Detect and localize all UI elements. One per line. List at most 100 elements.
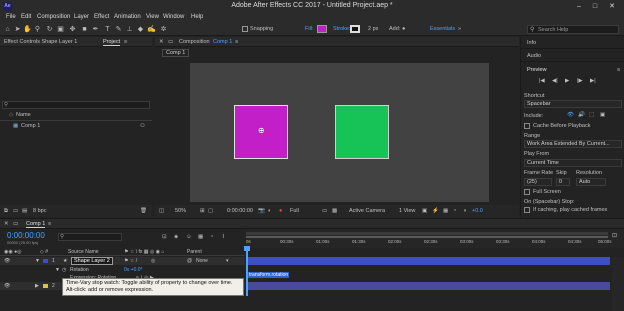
eraser-tool-icon[interactable]: ◆ [136, 25, 145, 34]
rotate-tool-icon[interactable]: ↻ [45, 25, 54, 34]
grid-icon[interactable]: ▢ [208, 208, 213, 214]
audio-tab-label[interactable]: Audio [527, 53, 541, 59]
expand-layer-2-icon[interactable]: ▶ [35, 283, 39, 289]
channel-icon[interactable]: ● [279, 208, 282, 214]
expression-text-field[interactable]: transform.rotation [248, 272, 290, 278]
preview-menu-icon[interactable]: ≡ [617, 67, 620, 73]
close-tab-icon[interactable]: ✕ [159, 39, 164, 45]
new-comp-icon[interactable]: ▤ [22, 208, 27, 214]
timeline-lock-icon[interactable]: ▭ [13, 221, 18, 227]
new-folder-icon[interactable]: ▭ [13, 208, 18, 214]
brush-tool-icon[interactable]: ✎ [114, 25, 123, 34]
add-dropdown-icon[interactable]: ● [402, 26, 405, 32]
stroke-width[interactable]: 2 px [368, 26, 378, 32]
flowchart-icon[interactable]: ⚇ [140, 123, 145, 129]
menu-layer[interactable]: Layer [74, 14, 89, 20]
comp-button-icon[interactable]: ⊡ [612, 232, 617, 239]
current-time-indicator[interactable] [246, 246, 248, 296]
expand-layer-icon[interactable]: ▼ [35, 258, 40, 264]
close-icon[interactable]: ✕ [605, 1, 619, 12]
include-video-icon[interactable]: 👁 [567, 112, 574, 118]
draft-3d-icon[interactable]: ◈ [174, 234, 178, 240]
play-icon[interactable]: ▶ [565, 78, 569, 84]
frame-rate-dropdown[interactable]: (25) [524, 178, 552, 186]
tab-project[interactable]: Project [103, 39, 121, 46]
source-name-header[interactable]: Source Name [68, 249, 99, 255]
motion-blur-icon[interactable]: ◔ [453, 208, 456, 214]
region-of-interest-icon[interactable]: ▭ [322, 208, 327, 214]
fill-swatch[interactable] [317, 25, 327, 33]
pan-behind-tool-icon[interactable]: ✥ [68, 25, 77, 34]
lock-icon[interactable]: ▭ [168, 39, 173, 45]
magenta-square-shape[interactable]: ⊕ [234, 105, 288, 159]
full-screen-checkbox[interactable] [524, 189, 530, 195]
last-frame-icon[interactable]: ▶| [590, 78, 596, 84]
playhead-handle[interactable] [244, 246, 250, 251]
home-icon[interactable]: ⌂ [3, 25, 12, 34]
hand-tool-icon[interactable]: ✋ [23, 25, 32, 34]
comp-subtab-comp1[interactable]: Comp 1 [162, 49, 190, 57]
layer-1-parent[interactable]: None [196, 258, 208, 264]
zoom-tool-icon[interactable]: ⚲ [33, 25, 42, 34]
timeline-search-input[interactable]: ⚲ [58, 233, 122, 241]
rectangle-tool-icon[interactable]: ■ [80, 25, 89, 34]
skip-input[interactable]: 0 [556, 178, 570, 186]
timeline-tab-comp1[interactable]: Comp 1 [26, 221, 46, 228]
menu-help[interactable]: Help [191, 14, 203, 20]
info-tab-label[interactable]: Info [527, 40, 536, 46]
tab-composition-name[interactable]: Comp 1 [213, 39, 232, 45]
comp-viewer-canvas[interactable]: ⊕ [190, 63, 489, 202]
next-frame-icon[interactable]: |▶ [577, 78, 583, 84]
timeline-scrollbar[interactable] [612, 257, 624, 311]
menu-composition[interactable]: Composition [37, 14, 70, 20]
search-help-input[interactable]: ⚲ Search Help [527, 25, 619, 34]
expand-rotation-icon[interactable]: ▼ [55, 267, 60, 273]
stopwatch-icon[interactable]: ◷ [62, 267, 66, 273]
interpret-footage-icon[interactable]: ⧉ [4, 208, 8, 215]
workspace-essentials[interactable]: Essentials [430, 26, 455, 32]
3d-draft-icon[interactable]: ▦ [443, 208, 448, 214]
timeline-menu-icon[interactable]: ≡ [48, 221, 51, 227]
fast-previews-icon[interactable]: ⚡ [432, 208, 439, 214]
menu-view[interactable]: View [146, 14, 159, 20]
layer-1-name[interactable]: Shape Layer 2 [71, 257, 113, 265]
menu-file[interactable]: File [6, 14, 16, 20]
reset-exposure-icon[interactable]: ◑ [463, 208, 466, 214]
layer-1-bar[interactable] [246, 257, 610, 265]
zoom-slider-track[interactable] [246, 236, 608, 238]
rotation-value[interactable]: 0x +0.0° [124, 267, 143, 273]
parent-header[interactable]: Parent [187, 249, 202, 255]
fill-label[interactable]: Fill: [305, 26, 314, 32]
menu-edit[interactable]: Edit [21, 14, 31, 20]
time-ruler[interactable]: 0s 00:30s 01:00s 01:30s 02:00s 02:30s 03… [246, 230, 624, 248]
safe-areas-icon[interactable]: ⊞ [200, 208, 205, 214]
visibility-icon[interactable]: 👁 [4, 258, 10, 264]
layer-2-label-color[interactable] [43, 284, 48, 288]
menu-animation[interactable]: Animation [114, 14, 141, 20]
work-area-bar[interactable] [246, 232, 608, 235]
selection-tool-icon[interactable]: ➤ [13, 25, 22, 34]
toggle-pixel-icon[interactable]: ▣ [422, 208, 427, 214]
visibility-icon-2[interactable]: 👁 [4, 283, 10, 289]
show-snapshot-icon[interactable]: ◐ [268, 208, 271, 214]
view-layout-dropdown[interactable]: 1 View [399, 208, 415, 214]
stroke-label[interactable]: Stroke: [333, 26, 350, 32]
camera-tool-icon[interactable]: ▣ [56, 25, 65, 34]
tab-composition-label[interactable]: Composition [179, 39, 210, 45]
cache-before-checkbox[interactable] [524, 123, 530, 129]
composition-menu-icon[interactable]: ≡ [235, 39, 238, 45]
timeline-close-icon[interactable]: ✕ [4, 221, 9, 227]
layer-row-1[interactable]: 👁 ▼ 1 ★ Shape Layer 2 ⚑ ☆ / ◎ @ None ▾ [0, 257, 245, 265]
project-col-name[interactable]: Name [16, 112, 31, 118]
play-from-dropdown[interactable]: Current Time [524, 159, 622, 167]
menu-window[interactable]: Window [163, 14, 184, 20]
roto-brush-icon[interactable]: ✍ [147, 25, 156, 34]
parent-dropdown-icon[interactable]: ▾ [226, 258, 229, 264]
graph-editor-icon[interactable]: ⌇ [222, 234, 225, 240]
viewer-timecode[interactable]: 0:00:00:00 [227, 208, 253, 214]
pen-tool-icon[interactable]: ✒ [91, 25, 100, 34]
panel-menu-icon[interactable]: ≡ [124, 39, 127, 45]
delete-icon[interactable]: 🗑 [140, 208, 147, 214]
snapping-checkbox[interactable] [242, 26, 248, 32]
include-audio-icon[interactable]: 🔊 [578, 112, 585, 118]
